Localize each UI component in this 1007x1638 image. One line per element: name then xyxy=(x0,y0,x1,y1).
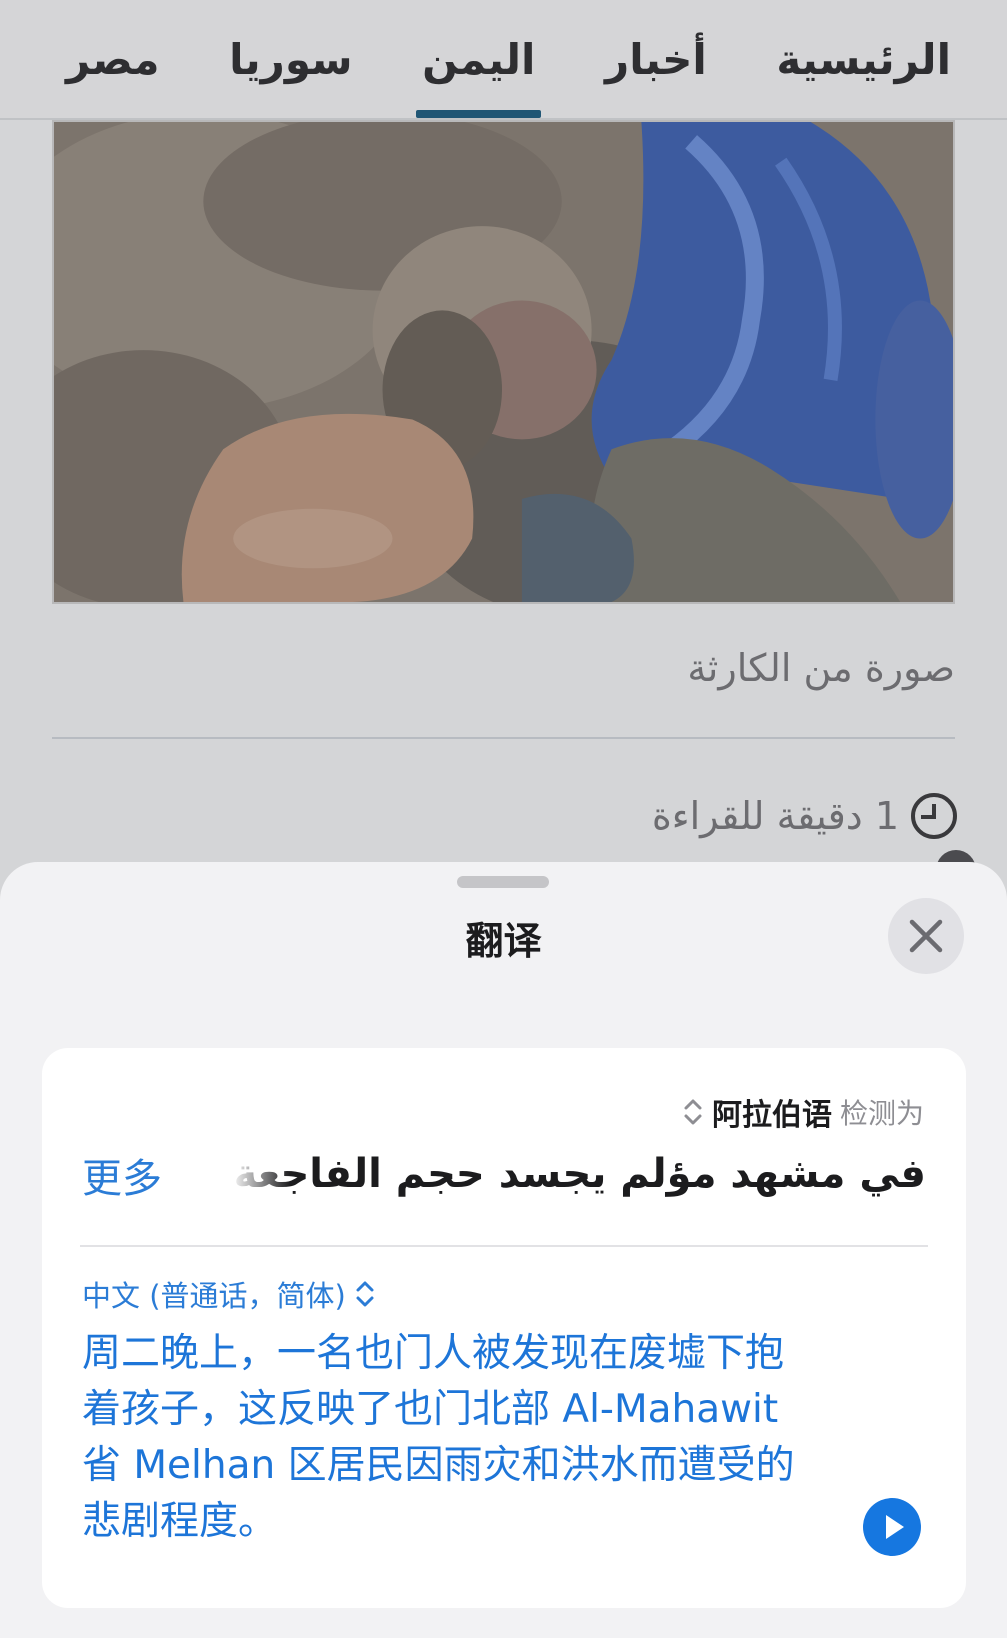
chevron-up-down-icon xyxy=(356,1281,374,1307)
translate-sheet: 翻译 检测为 阿拉伯语 更多 في مشهد مؤلم يجسد حجم الف… xyxy=(0,862,1007,1638)
detected-label: 检测为 xyxy=(839,1097,924,1130)
play-audio-button[interactable] xyxy=(863,1498,921,1556)
sheet-title: 翻译 xyxy=(465,919,542,963)
source-language-name: 阿拉伯语 xyxy=(711,1098,832,1133)
close-icon xyxy=(909,919,943,953)
source-language-selector[interactable]: 检测为 阿拉伯语 xyxy=(682,1090,924,1134)
card-divider xyxy=(80,1245,928,1247)
sheet-grabber[interactable] xyxy=(457,876,549,888)
target-language-name: 中文 (普通话，简体) xyxy=(82,1279,346,1313)
source-text-container: في مشهد مؤلم يجسد حجم الفاجعة التي xyxy=(220,1138,926,1210)
source-text: في مشهد مؤلم يجسد حجم الفاجعة التي xyxy=(220,1151,926,1197)
close-button[interactable] xyxy=(888,898,964,974)
target-language-selector[interactable]: 中文 (普通话，简体) xyxy=(82,1272,376,1316)
translated-text: 周二晚上，一名也门人被发现在废墟下抱着孩子，这反映了也门北部 Al-Mahawi… xyxy=(82,1331,795,1544)
translation-card: 检测为 阿拉伯语 更多 في مشهد مؤلم يجسد حجم الفاجع… xyxy=(42,1048,966,1608)
chevron-up-down-icon xyxy=(684,1099,702,1125)
source-text-fade xyxy=(220,1138,290,1210)
more-button[interactable]: 更多 xyxy=(82,1146,162,1204)
